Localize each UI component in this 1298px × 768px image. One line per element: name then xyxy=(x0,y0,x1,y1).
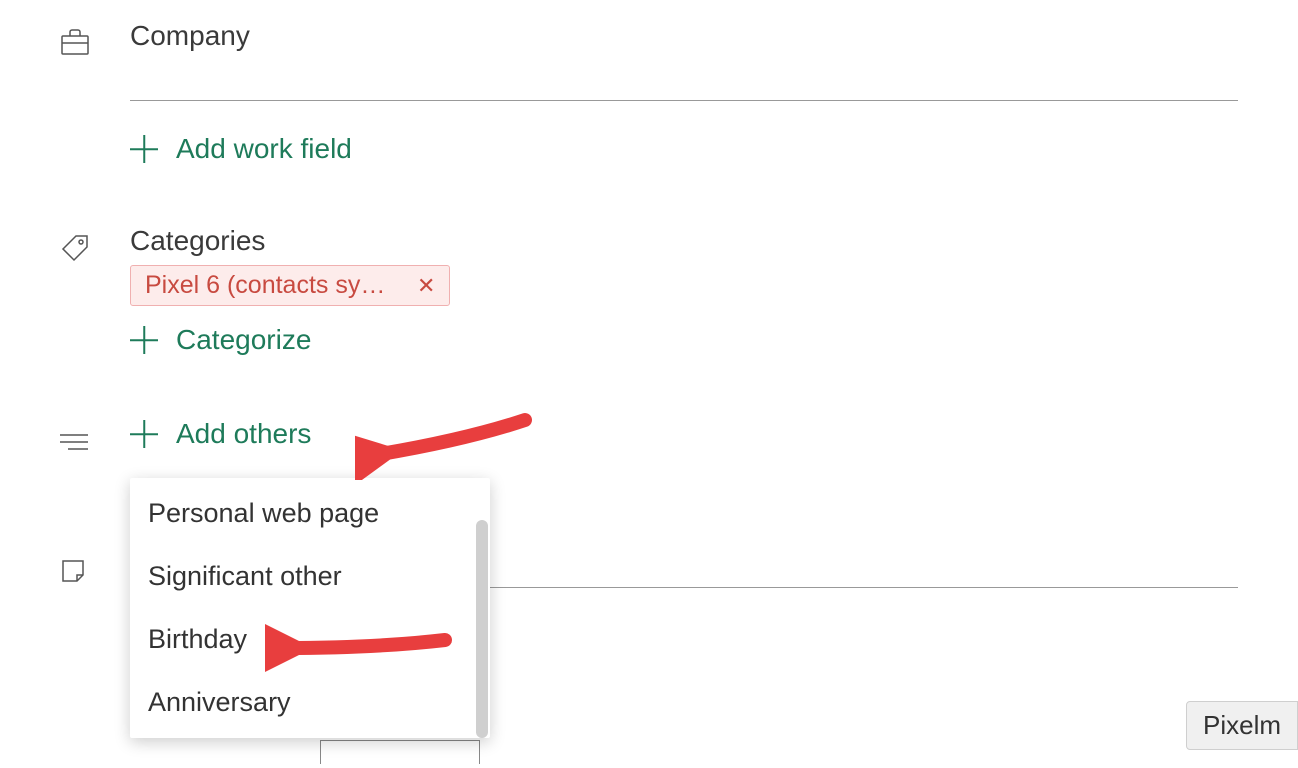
company-label: Company xyxy=(130,20,1238,52)
tag-icon xyxy=(60,233,90,263)
annotation-arrow-birthday xyxy=(265,620,455,680)
dropdown-scrollbar[interactable] xyxy=(476,520,488,738)
add-work-field-label: Add work field xyxy=(176,133,352,165)
add-others-label: Add others xyxy=(176,418,311,450)
briefcase-icon xyxy=(60,28,90,56)
dropdown-item-personal-web-page[interactable]: Personal web page xyxy=(130,482,490,545)
list-icon xyxy=(60,432,88,452)
plus-icon xyxy=(130,326,158,354)
dropdown-item-significant-other[interactable]: Significant other xyxy=(130,545,490,608)
plus-icon xyxy=(130,420,158,448)
add-others-dropdown: Personal web page Significant other Birt… xyxy=(130,478,490,738)
dropdown-item-anniversary[interactable]: Anniversary xyxy=(130,671,490,734)
annotation-arrow-add-others xyxy=(355,410,535,480)
categorize-label: Categorize xyxy=(176,324,311,356)
note-icon xyxy=(60,558,86,584)
plus-icon xyxy=(130,135,158,163)
category-chip-label: Pixel 6 (contacts syn… xyxy=(145,271,395,300)
category-chip-remove[interactable]: ✕ xyxy=(417,273,435,299)
watermark-badge: Pixelm xyxy=(1186,701,1298,750)
categories-label: Categories xyxy=(130,225,1238,257)
add-others-button[interactable]: Add others xyxy=(130,418,1238,450)
category-chip[interactable]: Pixel 6 (contacts syn… ✕ xyxy=(130,265,450,306)
partial-button-outline xyxy=(320,740,480,764)
add-work-field-button[interactable]: Add work field xyxy=(130,133,1238,165)
company-input[interactable] xyxy=(130,52,1238,101)
categorize-button[interactable]: Categorize xyxy=(130,324,1238,356)
